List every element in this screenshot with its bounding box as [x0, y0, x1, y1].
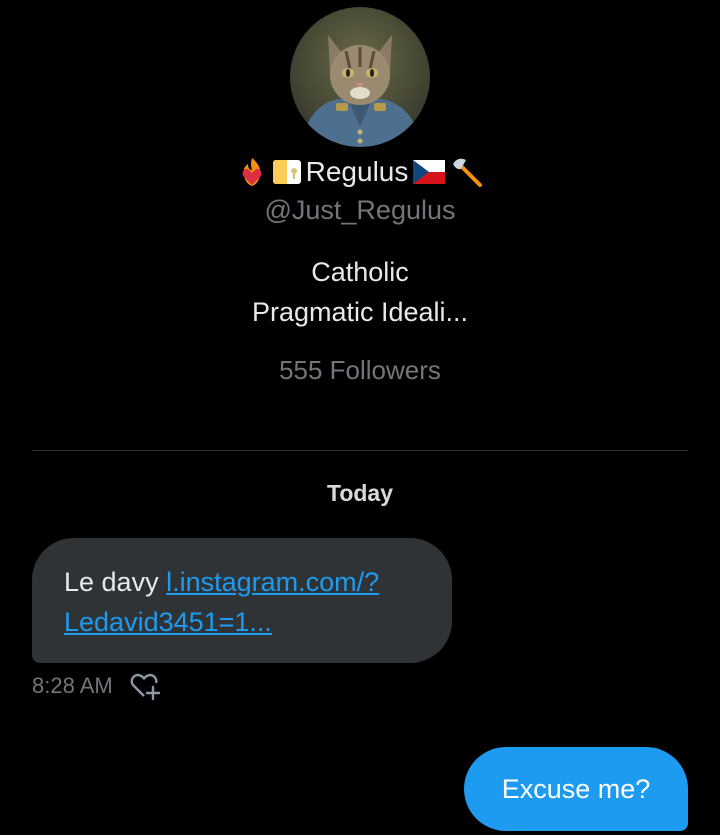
czech-flag-icon [412, 159, 446, 185]
message-text: Le davy [64, 567, 167, 597]
bio-line: Pragmatic Ideali... [251, 297, 469, 327]
profile-bio: Catholic Pragmatic Ideali... [0, 252, 720, 332]
profile-handle[interactable]: @Just_Regulus [0, 192, 720, 228]
bio-line: Catholic [311, 257, 409, 287]
message-meta: 8:28 AM [32, 670, 161, 702]
outgoing-message-bubble[interactable]: Excuse me? [464, 747, 688, 831]
incoming-message-bubble[interactable]: Le davy l.instagram.com/? Ledavid3451=1.… [32, 538, 452, 663]
message-link[interactable]: l.instagram.com/? [166, 567, 379, 597]
vatican-flag-icon [272, 159, 302, 185]
message-text: Excuse me? [501, 773, 651, 804]
date-separator: Today [326, 480, 394, 506]
fire-heart-icon [236, 156, 268, 188]
divider [32, 450, 688, 451]
heart-plus-icon[interactable] [129, 671, 161, 701]
followers-count[interactable]: 555 Followers [0, 352, 720, 388]
message-link-continued[interactable]: Ledavid3451=1... [64, 607, 272, 637]
cat-portrait-image [290, 7, 430, 147]
profile-display-name[interactable]: Regulus [0, 152, 720, 192]
display-name-text: Regulus [305, 156, 409, 187]
axe-icon [450, 155, 484, 189]
profile-avatar[interactable] [290, 7, 430, 147]
message-timestamp: 8:28 AM [32, 673, 113, 698]
